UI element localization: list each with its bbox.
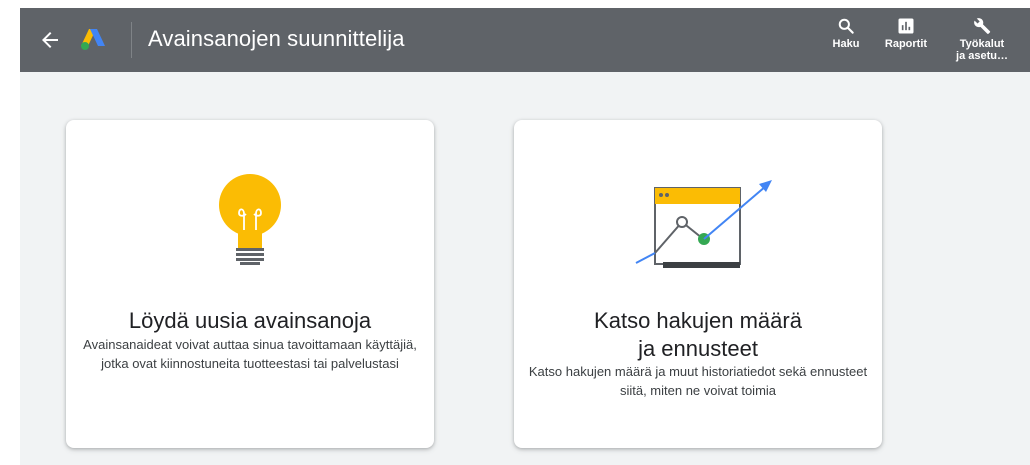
search-volume-description: Katso hakujen määrä ja muut historiatied… — [528, 364, 868, 398]
top-app-bar: Avainsanojen suunnittelija Haku Raportit… — [20, 8, 1030, 72]
reports-icon — [898, 18, 914, 34]
wrench-icon — [974, 18, 991, 34]
search-volume-forecasts-card[interactable]: Katso hakujen määrä ja ennusteet Katso h… — [514, 120, 882, 448]
search-button[interactable]: Haku — [828, 16, 864, 50]
search-label: Haku — [832, 38, 860, 50]
search-icon — [838, 18, 854, 34]
lightbulb-icon — [219, 174, 281, 265]
reports-button[interactable]: Raportit — [882, 16, 930, 50]
back-arrow-icon[interactable] — [38, 28, 62, 52]
reports-label: Raportit — [884, 38, 928, 50]
tools-label-line2: ja asetu… — [956, 50, 1008, 62]
discover-keywords-description: Avainsanaideat voivat auttaa sinua tavoi… — [83, 337, 417, 371]
main-content: Löydä uusia avainsanoja Avainsanaideat v… — [20, 72, 1030, 465]
trend-chart-icon — [635, 180, 772, 268]
page-title: Avainsanojen suunnittelija — [148, 26, 405, 51]
discover-keywords-title: Löydä uusia avainsanoja — [128, 308, 372, 333]
search-volume-title: Katso hakujen määrä ja ennusteet — [594, 308, 802, 361]
tools-settings-button[interactable]: Työkalut ja asetu… — [954, 16, 1010, 62]
page: Avainsanojen suunnittelija Haku Raportit… — [0, 0, 1030, 465]
discover-keywords-card[interactable]: Löydä uusia avainsanoja Avainsanaideat v… — [66, 120, 434, 448]
header-divider — [131, 22, 132, 58]
tools-label-line1: Työkalut — [959, 38, 1005, 50]
google-ads-logo-icon — [81, 29, 105, 50]
